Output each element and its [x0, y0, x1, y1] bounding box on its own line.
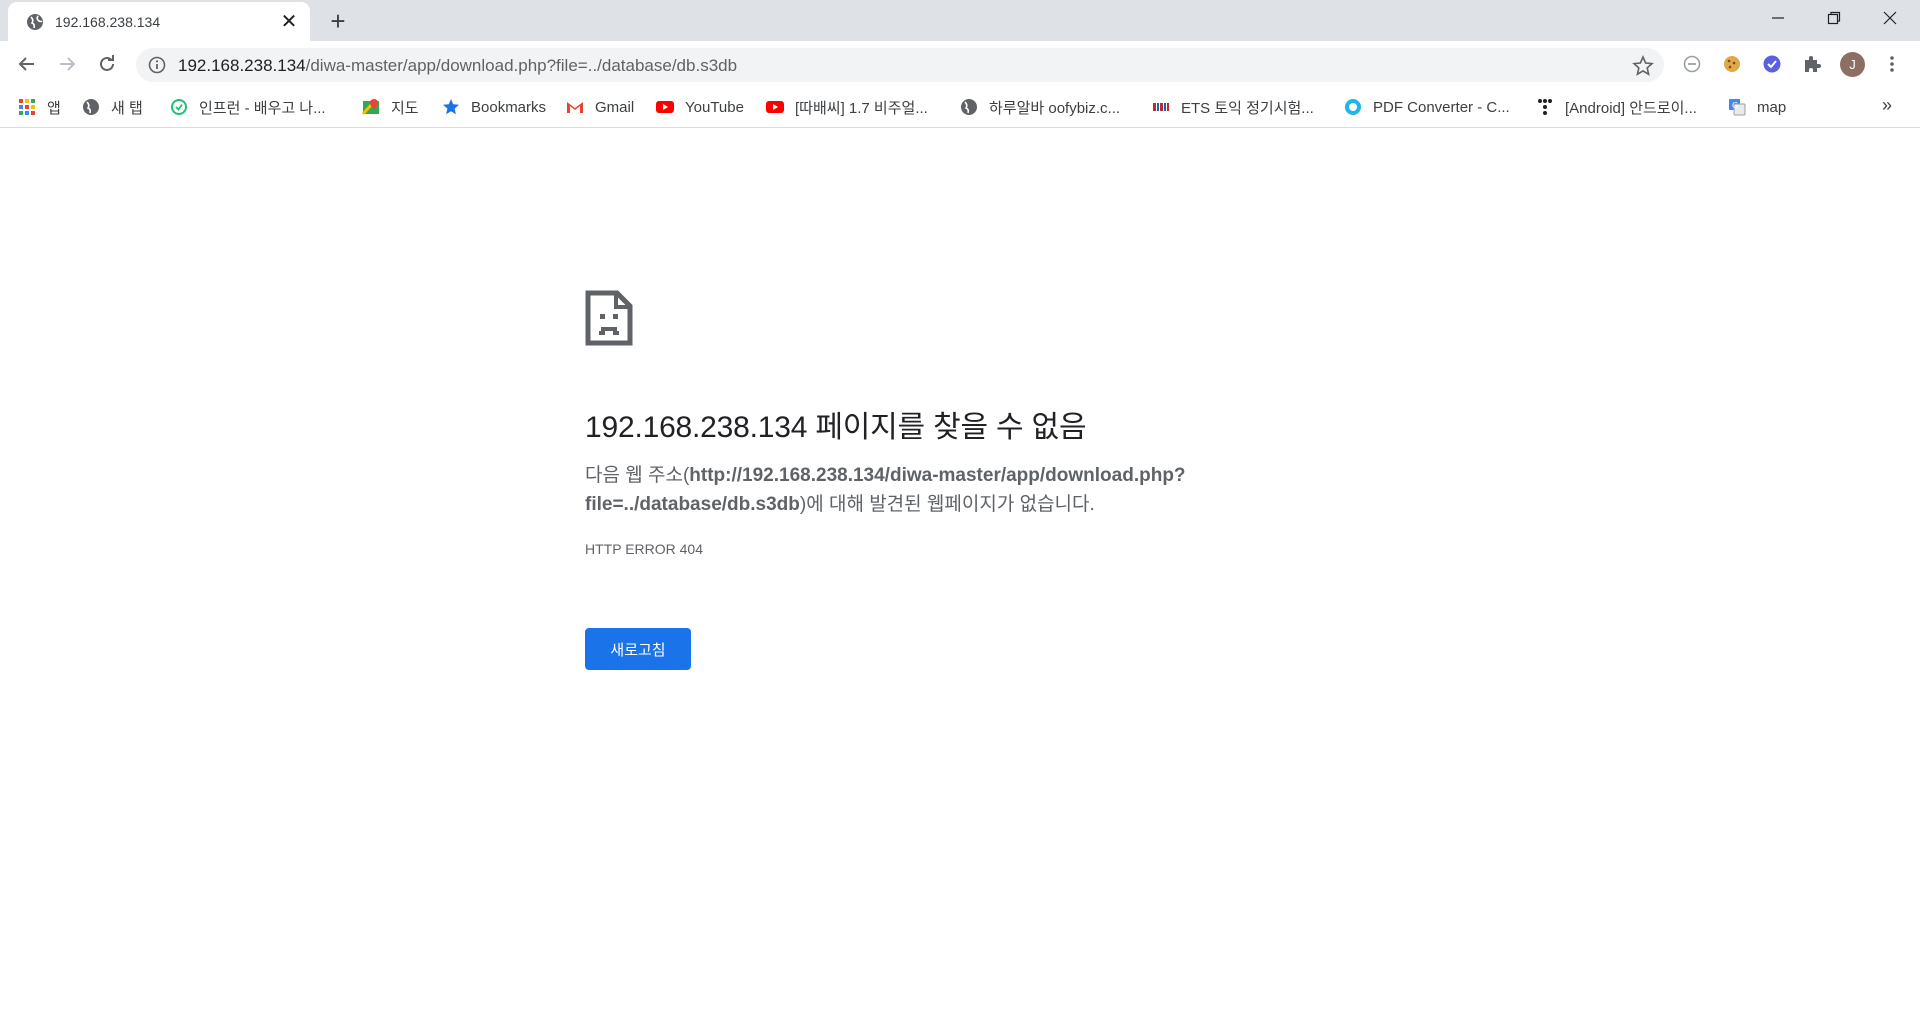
maps-icon — [362, 99, 379, 116]
check-badge-icon — [1763, 55, 1781, 73]
cookie-icon — [1724, 56, 1740, 72]
close-tab-icon[interactable]: ✕ — [278, 11, 300, 33]
restore-icon — [1827, 11, 1841, 25]
extension-2[interactable] — [1720, 52, 1744, 76]
inflearn-icon — [171, 99, 187, 115]
minimize-button[interactable] — [1750, 0, 1806, 36]
minus-circle-icon — [1683, 55, 1701, 73]
profile-avatar[interactable]: J — [1840, 52, 1865, 77]
url-host: 192.168.238.134 — [178, 56, 306, 75]
tistory-icon — [1538, 99, 1552, 115]
bookmark-pdf-converter[interactable]: PDF Converter - C... — [1344, 97, 1510, 117]
bookmark-new-tab[interactable]: 새 탭 — [82, 97, 143, 117]
error-code: HTTP ERROR 404 — [585, 541, 703, 557]
extension-3[interactable] — [1760, 52, 1784, 76]
bookmark-label: YouTube — [685, 98, 744, 116]
reload-icon — [100, 55, 114, 71]
error-headline: 192.168.238.134 페이지를 찾을 수 없음 — [585, 411, 1087, 444]
ets-icon — [1153, 103, 1169, 111]
bookmark-android[interactable]: [Android] 안드로이... — [1536, 97, 1697, 117]
youtube-icon — [656, 101, 674, 113]
desc-suffix: )에 대해 발견된 웹페이지가 없습니다. — [799, 494, 1095, 515]
tab-title: 192.168.238.134 — [55, 14, 161, 30]
back-arrow-icon — [18, 57, 34, 71]
forward-button[interactable] — [53, 50, 81, 78]
translate-icon: G — [1729, 99, 1746, 116]
extensions-button[interactable] — [1800, 52, 1824, 76]
globe-icon — [83, 99, 99, 115]
close-window-icon — [1883, 11, 1897, 25]
pdf-converter-icon — [1345, 99, 1361, 115]
reload-page-button[interactable]: 새로고침 — [585, 628, 691, 670]
more-vert-icon — [1890, 56, 1894, 72]
youtube-icon — [766, 101, 784, 113]
menu-button[interactable] — [1880, 52, 1904, 76]
bookmark-label: 하루알바 oofybiz.c... — [989, 99, 1121, 117]
bookmark-label: 앱 — [47, 99, 61, 117]
active-tab[interactable]: 192.168.238.134 ✕ — [8, 2, 310, 41]
restore-button[interactable] — [1806, 0, 1862, 36]
url-text[interactable]: 192.168.238.134/diwa-master/app/download… — [178, 56, 737, 76]
bookmark-gmail[interactable]: Gmail — [566, 97, 634, 117]
bookmark-maps[interactable]: 지도 — [362, 97, 419, 117]
desc-prefix: 다음 웹 주소( — [585, 465, 690, 486]
bookmark-ets[interactable]: ETS 토익 정기시험... — [1152, 97, 1314, 117]
site-info-icon[interactable] — [148, 56, 166, 74]
bookmark-label: PDF Converter - C... — [1373, 98, 1510, 116]
sad-page-icon — [585, 290, 633, 346]
bookmark-label: [Android] 안드로이... — [1565, 99, 1697, 117]
bookmark-label: [따배씨] 1.7 비주얼... — [795, 99, 928, 117]
globe-icon — [961, 99, 977, 115]
address-bar[interactable]: 192.168.238.134/diwa-master/app/download… — [136, 48, 1664, 82]
bookmarks-bar: 앱 새 탭 인프런 - 배우고 나... 지도 Bookmarks Gmail … — [0, 87, 1920, 128]
window-close-button[interactable] — [1862, 0, 1918, 36]
puzzle-icon — [1805, 56, 1821, 72]
bookmark-label: 새 탭 — [111, 99, 143, 117]
bookmark-label: Bookmarks — [471, 98, 547, 116]
bookmark-star-icon[interactable] — [1632, 55, 1654, 77]
bookmark-apps[interactable]: 앱 — [18, 97, 61, 117]
browser-toolbar: 192.168.238.134/diwa-master/app/download… — [0, 41, 1920, 87]
bookmarks-overflow-button[interactable]: » — [1882, 95, 1892, 116]
bookmark-youtube[interactable]: YouTube — [656, 97, 744, 117]
bookmark-inflearn[interactable]: 인프런 - 배우고 나... — [170, 97, 326, 117]
svg-text:G: G — [1732, 101, 1738, 110]
bookmark-label: ETS 토익 정기시험... — [1181, 99, 1314, 117]
globe-icon — [27, 14, 43, 30]
back-button[interactable] — [13, 50, 41, 78]
bookmark-bookmarks[interactable]: Bookmarks — [442, 97, 546, 117]
error-description: 다음 웹 주소(http://192.168.238.134/diwa-mast… — [585, 461, 1225, 519]
forward-arrow-icon — [60, 57, 76, 71]
bookmark-map[interactable]: G map — [1728, 97, 1786, 117]
reload-button[interactable] — [93, 50, 121, 78]
apps-grid-icon — [19, 99, 35, 115]
bookmark-label: Gmail — [595, 98, 635, 116]
bookmark-ttabaessi[interactable]: [따배씨] 1.7 비주얼... — [766, 97, 928, 117]
new-tab-button[interactable]: + — [324, 8, 352, 36]
minimize-icon — [1772, 17, 1784, 19]
gmail-icon — [567, 102, 583, 113]
url-path: /diwa-master/app/download.php?file=../da… — [305, 56, 738, 75]
bookmark-label: 지도 — [391, 99, 419, 117]
tab-strip: 192.168.238.134 ✕ + — [0, 0, 1920, 41]
star-icon — [443, 99, 459, 115]
bookmark-label: 인프런 - 배우고 나... — [199, 99, 326, 117]
bookmark-label: map — [1757, 98, 1787, 116]
extension-1[interactable] — [1680, 52, 1704, 76]
bookmark-harualba[interactable]: 하루알바 oofybiz.c... — [960, 97, 1120, 117]
